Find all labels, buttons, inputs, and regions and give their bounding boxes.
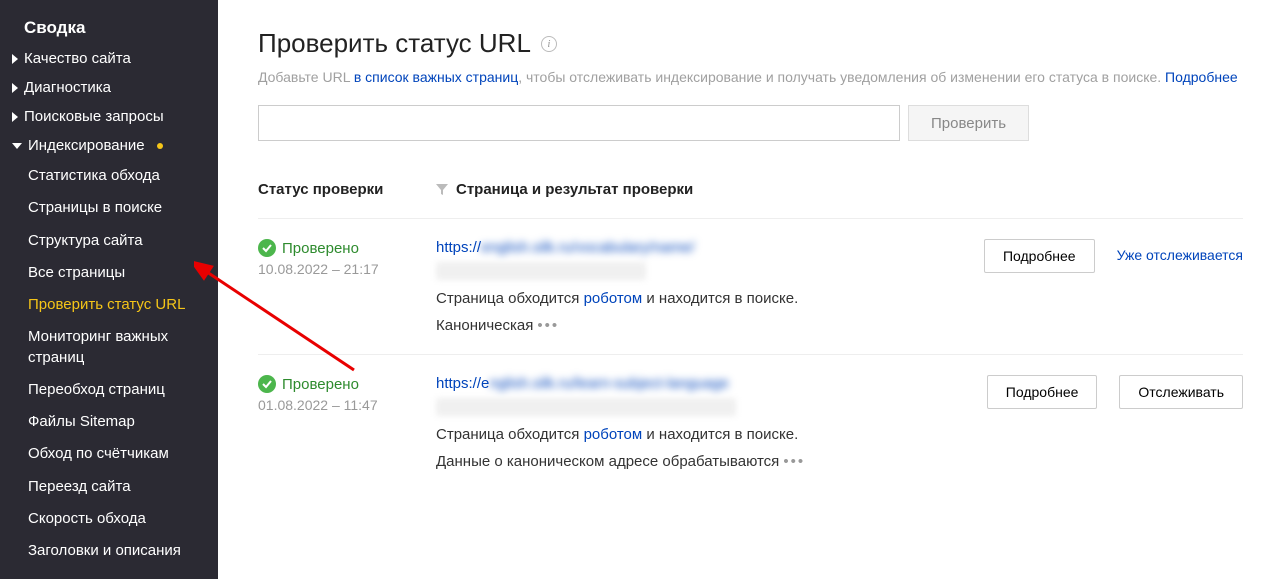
sidebar-sub-label: Скорость обхода <box>28 510 146 527</box>
sidebar-item-search-queries[interactable]: Поисковые запросы <box>0 102 218 131</box>
sidebar-sub-label: Переезд сайта <box>28 478 131 495</box>
url-blurred: english.silk.ru/vocabulary/name/ <box>481 239 694 256</box>
check-circle-icon <box>258 239 276 257</box>
sidebar-sub-pages-in-search[interactable]: Страницы в поиске <box>0 192 218 224</box>
result-row: Проверено 10.08.2022 – 21:17 https://eng… <box>258 218 1243 354</box>
details-button[interactable]: Подробнее <box>984 239 1095 273</box>
desc-part: Каноническая <box>436 317 533 334</box>
desc-part: Страница обходится <box>436 290 584 307</box>
sidebar-sub-monitoring[interactable]: Мониторинг важных страниц <box>0 321 218 374</box>
desc-part: Страница обходится <box>436 426 584 443</box>
sidebar-sub-titles[interactable]: Заголовки и описания <box>0 535 218 567</box>
notification-dot-icon <box>157 143 163 149</box>
sidebar-item-quality[interactable]: Качество сайта <box>0 44 218 73</box>
sidebar-item-diagnostics[interactable]: Диагностика <box>0 73 218 102</box>
chevron-right-icon <box>12 54 18 64</box>
robot-link[interactable]: роботом <box>584 426 643 443</box>
sidebar-item-summary[interactable]: Сводка <box>0 12 218 44</box>
result-url[interactable]: https://english.silk.ru/learn-subject-la… <box>436 375 729 392</box>
sidebar-item-indexing[interactable]: Индексирование <box>0 131 218 160</box>
result-description: Страница обходится роботом и находится в… <box>436 426 987 443</box>
sidebar-sub-check-url[interactable]: Проверить статус URL <box>0 289 218 321</box>
column-header-status: Статус проверки <box>258 181 383 198</box>
sidebar-item-label: Поисковые запросы <box>24 108 164 125</box>
sidebar-sub-label: Обход по счётчикам <box>28 445 169 462</box>
robot-link[interactable]: роботом <box>584 290 643 307</box>
sidebar-sub-label: Все страницы <box>28 264 125 281</box>
sidebar-sub-counter-crawl[interactable]: Обход по счётчикам <box>0 438 218 470</box>
ellipsis-icon[interactable]: ••• <box>783 453 805 470</box>
important-pages-link[interactable]: в список важных страниц <box>354 69 518 85</box>
sidebar-sub-label: Проверить статус URL <box>28 296 185 313</box>
sidebar: Сводка Качество сайта Диагностика Поиско… <box>0 0 218 579</box>
sidebar-sub-sitemap[interactable]: Файлы Sitemap <box>0 406 218 438</box>
status-text: Проверено <box>282 376 359 393</box>
sidebar-item-label: Сводка <box>24 18 85 38</box>
sidebar-sub-label: Переобход страниц <box>28 381 165 398</box>
sidebar-sub-label: Заголовки и описания <box>28 542 181 559</box>
chevron-right-icon <box>12 83 18 93</box>
result-canonical: Данные о каноническом адресе обрабатываю… <box>436 453 987 470</box>
sidebar-sub-recrawl[interactable]: Переобход страниц <box>0 374 218 406</box>
sidebar-sub-label: Мониторинг важных страниц <box>28 328 168 365</box>
chevron-down-icon <box>12 143 22 149</box>
column-header-result: Страница и результат проверки <box>456 181 693 198</box>
sidebar-sub-crawl-stats[interactable]: Статистика обхода <box>0 160 218 192</box>
page-subtitle: Добавьте URL в список важных страниц, чт… <box>258 69 1243 85</box>
url-prefix: https://e <box>436 375 489 392</box>
check-circle-icon <box>258 375 276 393</box>
result-description: Страница обходится роботом и находится в… <box>436 290 984 307</box>
chevron-right-icon <box>12 112 18 122</box>
details-button[interactable]: Подробнее <box>987 375 1098 409</box>
sidebar-sub-label: Страницы в поиске <box>28 199 162 216</box>
desc-part: Данные о каноническом адресе обрабатываю… <box>436 453 779 470</box>
result-canonical: Каноническая••• <box>436 317 984 334</box>
sidebar-sub-site-move[interactable]: Переезд сайта <box>0 471 218 503</box>
page-title: Проверить статус URL <box>258 28 531 59</box>
filter-icon[interactable] <box>436 184 448 196</box>
sidebar-sub-crawl-speed[interactable]: Скорость обхода <box>0 503 218 535</box>
status-text: Проверено <box>282 240 359 257</box>
desc-part: и находится в поиске. <box>642 426 798 443</box>
info-icon[interactable]: i <box>541 36 557 52</box>
subtitle-text: Добавьте URL <box>258 69 354 85</box>
subtitle-text: , чтобы отслеживать индексирование и пол… <box>518 69 1165 85</box>
status-date: 01.08.2022 – 11:47 <box>258 397 436 413</box>
check-button[interactable]: Проверить <box>908 105 1029 141</box>
sidebar-item-label: Диагностика <box>24 79 111 96</box>
sidebar-sub-site-structure[interactable]: Структура сайта <box>0 225 218 257</box>
desc-part: и находится в поиске. <box>642 290 798 307</box>
tracking-status: Уже отслеживается <box>1117 239 1243 263</box>
sidebar-sub-label: Файлы Sitemap <box>28 413 135 430</box>
redacted-block <box>436 398 736 416</box>
ellipsis-icon[interactable]: ••• <box>537 317 559 334</box>
sidebar-item-label: Индексирование <box>28 137 145 154</box>
sidebar-sub-label: Структура сайта <box>28 232 143 249</box>
status-date: 10.08.2022 – 21:17 <box>258 261 436 277</box>
redacted-block <box>436 262 646 280</box>
url-input[interactable] <box>258 105 900 141</box>
sidebar-item-label: Качество сайта <box>24 50 131 67</box>
url-blurred: nglish.silk.ru/learn-subject-language <box>489 375 728 392</box>
sidebar-sub-all-pages[interactable]: Все страницы <box>0 257 218 289</box>
learn-more-link[interactable]: Подробнее <box>1165 69 1238 85</box>
sidebar-sub-label: Статистика обхода <box>28 167 160 184</box>
result-url[interactable]: https://english.silk.ru/vocabulary/name/ <box>436 239 694 256</box>
track-button[interactable]: Отслеживать <box>1119 375 1243 409</box>
url-prefix: https:// <box>436 239 481 256</box>
result-row: Проверено 01.08.2022 – 11:47 https://eng… <box>258 354 1243 490</box>
main-content: Проверить статус URL i Добавьте URL в сп… <box>218 0 1283 579</box>
